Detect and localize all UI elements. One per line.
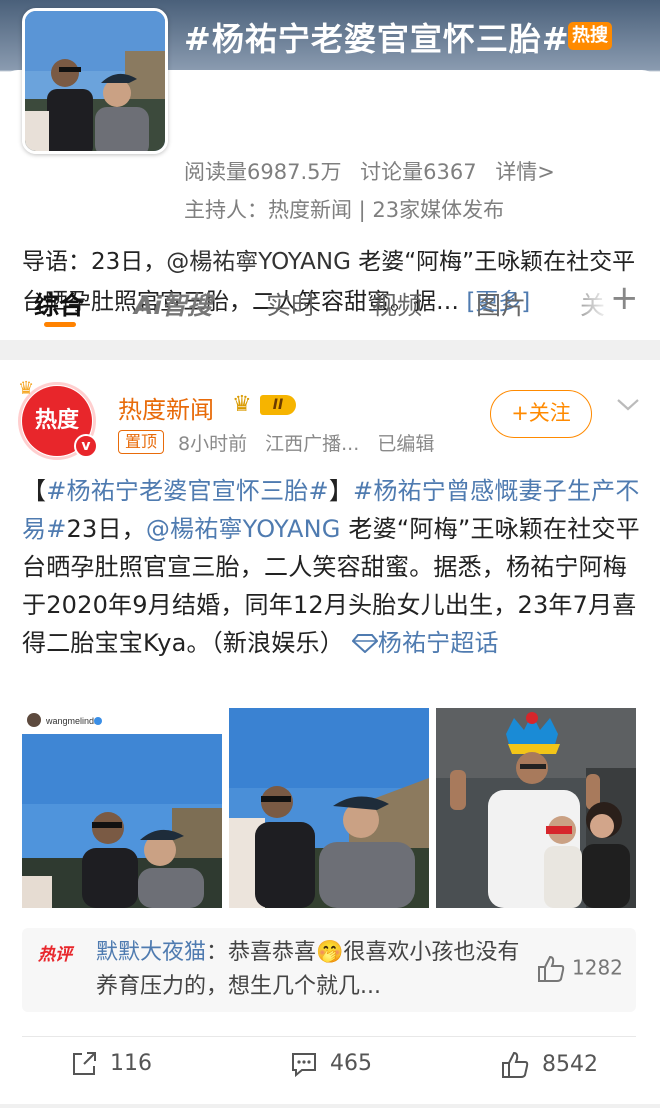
search-tabs: 综合 Ai智搜 实时 视频 图片 关 + <box>0 278 660 328</box>
topic-title[interactable]: #杨祐宁老婆官宣怀三胎# <box>184 14 570 60</box>
edited-label[interactable]: 已编辑 <box>377 433 434 455</box>
hot-comment-tag: 热评 <box>38 945 72 965</box>
avatar[interactable]: 热度 ♛ v <box>18 378 98 460</box>
thumbs-up-icon <box>538 955 565 982</box>
like-button[interactable]: 8542 <box>500 1050 598 1080</box>
post-body: 【#杨祐宁老婆官宣怀三胎#】#杨祐宁曾感慨妻子生产不易#23日，@楊祐寧YOYA… <box>22 477 640 657</box>
super-topic-link[interactable]: 杨祐宁超话 <box>351 629 499 657</box>
details-link[interactable]: 详情> <box>495 160 555 184</box>
chevron-down-icon[interactable] <box>614 390 642 418</box>
post-image-3[interactable] <box>436 708 636 908</box>
verified-icon: v <box>74 434 98 458</box>
tab-comprehensive[interactable]: 综合 <box>34 286 84 322</box>
topic-stats: 阅读量6987.5万 讨论量6367 详情> <box>184 156 567 186</box>
lead-mention[interactable]: @楊祐寧YOYANG <box>166 249 351 275</box>
post-image-1[interactable]: wangmelinda <box>22 708 222 908</box>
image-caption: wangmelinda <box>45 716 99 726</box>
comment-icon <box>292 1053 316 1078</box>
section-gap <box>0 340 660 360</box>
repost-count: 116 <box>110 1051 152 1076</box>
pinned-badge: 置顶 <box>118 430 165 454</box>
hot-search-badge: 热搜 <box>568 22 612 50</box>
crown-icon: ♛ <box>18 378 35 399</box>
thumbs-up-icon <box>502 1051 529 1078</box>
read-count: 阅读量6987.5万 <box>184 160 342 184</box>
active-tab-indicator <box>44 322 76 327</box>
hot-comment-user[interactable]: 默默大夜猫 <box>96 940 206 965</box>
follow-button[interactable]: +关注 <box>490 390 592 438</box>
add-tab-icon[interactable]: + <box>610 278 639 318</box>
post-meta: 8小时前 江西广播... 已编辑 <box>178 429 446 456</box>
tab-ai-search[interactable]: Ai智搜 <box>134 286 212 322</box>
discussion-count: 讨论量6367 <box>360 160 477 184</box>
vip-badge[interactable]: ♛ II <box>232 392 302 418</box>
repost-button[interactable]: 116 <box>70 1050 152 1078</box>
post-card: 热度 ♛ v 热度新闻 ♛ II 置顶 8小时前 江西广播... 已编辑 +关注… <box>0 360 660 1108</box>
account-name[interactable]: 热度新闻 <box>118 390 214 425</box>
share-icon <box>73 1052 96 1075</box>
tab-realtime[interactable]: 实时 <box>266 286 316 322</box>
diamond-icon <box>351 634 379 654</box>
hot-comment-text: 默默大夜猫：恭喜恭喜🤭很喜欢小孩也没有养育压力的，想生几个就几... <box>96 940 520 999</box>
post-source[interactable]: 江西广播... <box>265 433 359 455</box>
post-actions: 116 465 8542 <box>0 1050 660 1090</box>
hot-comment[interactable]: 热评 默默大夜猫：恭喜恭喜🤭很喜欢小孩也没有养育压力的，想生几个就几... 12… <box>22 928 636 1012</box>
topic-link-1[interactable]: #杨祐宁老婆官宣怀三胎# <box>46 477 329 505</box>
vip-crown-icon: ♛ <box>232 392 252 417</box>
topic-host: 主持人：热度新闻 | 23家媒体发布 <box>184 198 505 222</box>
topic-cover-image[interactable] <box>22 8 168 154</box>
tab-video[interactable]: 视频 <box>372 286 422 322</box>
post-time: 8小时前 <box>178 433 248 455</box>
tab-images[interactable]: 图片 <box>476 286 526 322</box>
comment-button[interactable]: 465 <box>290 1050 372 1078</box>
post-image-2[interactable] <box>229 708 429 908</box>
hot-comment-like[interactable]: 1282 <box>536 954 623 984</box>
vip-level: II <box>260 395 296 415</box>
mention-link[interactable]: @楊祐寧YOYANG <box>146 515 341 543</box>
comment-count: 465 <box>330 1051 372 1076</box>
like-count: 8542 <box>542 1052 598 1077</box>
divider <box>22 1036 636 1037</box>
